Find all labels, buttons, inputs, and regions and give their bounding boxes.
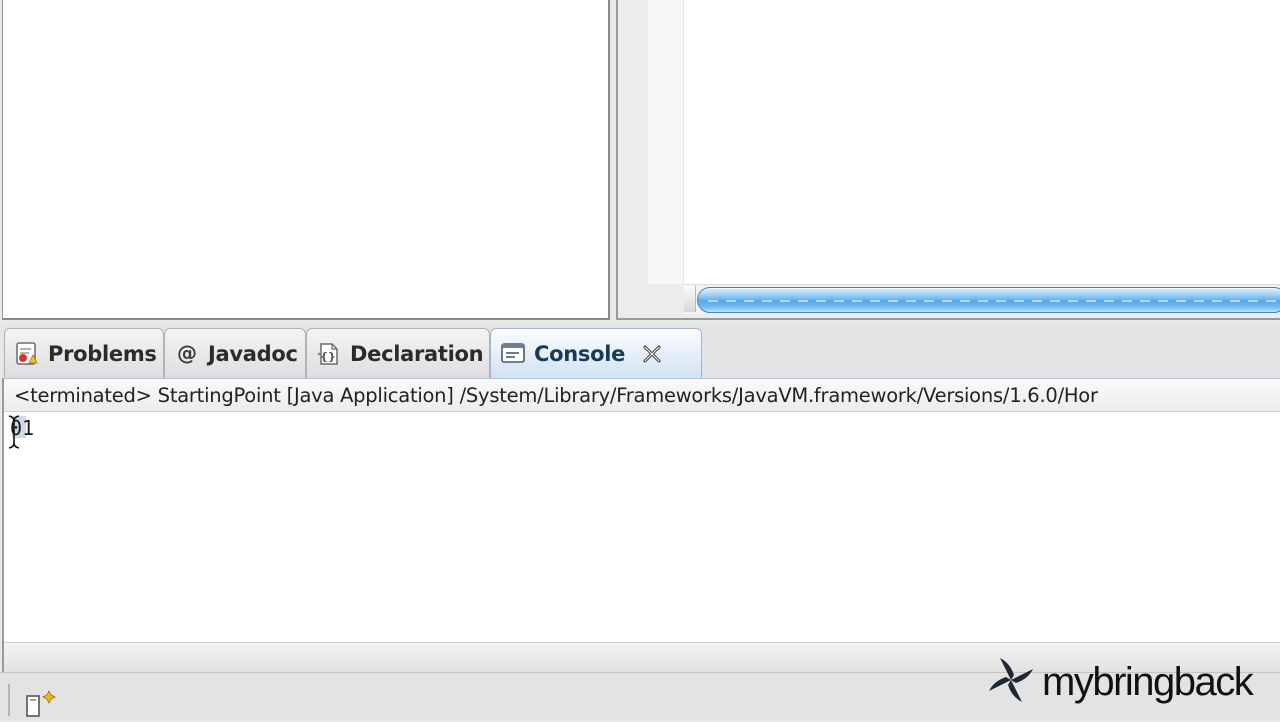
status-bar-separator [8, 684, 10, 716]
tab-declaration[interactable]: {} Declaration [306, 328, 490, 378]
tab-console-label: Console [534, 341, 626, 366]
tab-declaration-label: Declaration [350, 341, 484, 366]
close-icon[interactable] [641, 343, 663, 365]
code-editor[interactable] [684, 0, 1280, 284]
console-header-text: <terminated> StartingPoint [Java Applica… [14, 384, 1098, 407]
mybringback-watermark: mybringback [984, 654, 1280, 710]
problems-icon [14, 341, 40, 367]
declaration-icon: {} [316, 341, 342, 367]
tab-console[interactable]: Console [490, 328, 702, 378]
watermark-text: mybringback [1042, 660, 1254, 704]
editor-scrollbar-thumb[interactable] [697, 287, 1280, 313]
console-process-description: <terminated> StartingPoint [Java Applica… [4, 378, 1280, 412]
console-icon [500, 341, 526, 367]
fast-view-icon[interactable] [22, 690, 62, 722]
svg-text:{}: {} [320, 350, 336, 363]
console-output-area[interactable] [4, 412, 1280, 642]
svg-text:@: @ [177, 341, 197, 365]
at-icon: @ [174, 341, 200, 367]
tab-problems[interactable]: Problems [4, 328, 164, 378]
tab-problems-label: Problems [48, 341, 157, 366]
ibeam-cursor-icon [6, 414, 22, 454]
tab-javadoc-label: Javadoc [208, 341, 298, 366]
package-explorer-view[interactable] [2, 0, 610, 320]
editor-gutter [648, 0, 684, 284]
pinwheel-logo-icon [984, 653, 1038, 711]
scroll-left-arrow[interactable] [684, 286, 696, 312]
tab-javadoc[interactable]: @ Javadoc [164, 328, 306, 378]
